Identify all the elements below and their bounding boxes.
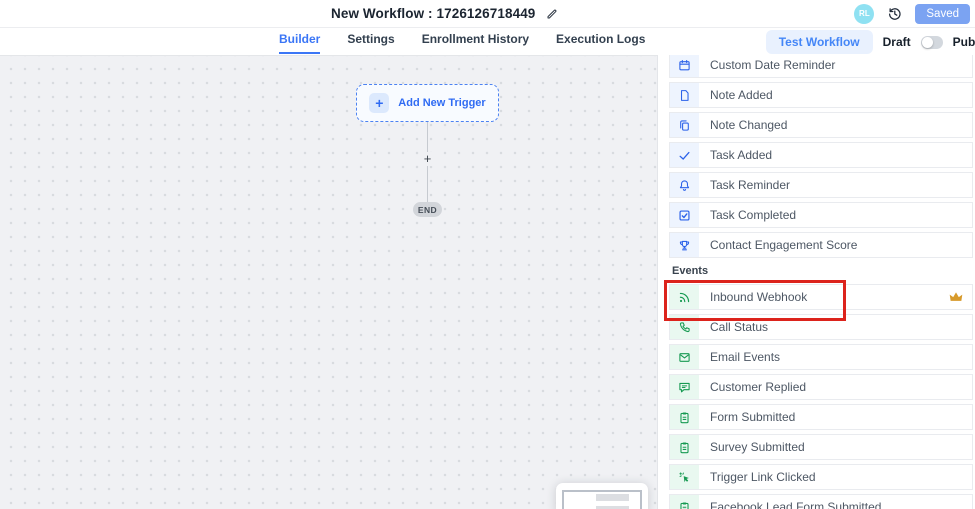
trigger-item[interactable]: Customer Replied	[669, 374, 973, 400]
trigger-item[interactable]: Trigger Link Clicked	[669, 464, 973, 490]
crown-icon	[949, 290, 963, 304]
tab-execution-logs[interactable]: Execution Logs	[556, 27, 645, 54]
trigger-item[interactable]: Note Added	[669, 82, 973, 108]
trigger-item-label: Facebook Lead Form Submitted	[710, 500, 881, 509]
trigger-item[interactable]: Task Added	[669, 142, 973, 168]
trigger-list: Custom Date Reminder Note Added Note Chang…	[669, 52, 973, 509]
tab-enrollment-history[interactable]: Enrollment History	[422, 27, 529, 54]
clipboard-icon	[670, 405, 699, 429]
trigger-item-label: Task Reminder	[710, 178, 790, 192]
trigger-item-label: Inbound Webhook	[710, 290, 807, 304]
trigger-item[interactable]: Custom Date Reminder	[669, 52, 973, 78]
toggle-knob	[922, 37, 933, 48]
webhook-icon	[670, 285, 699, 309]
tab-list: Builder Settings Enrollment History Executi…	[279, 27, 645, 55]
history-icon[interactable]	[887, 6, 902, 21]
preview-placeholder-bar	[596, 494, 629, 501]
cursor-click-icon	[670, 465, 699, 489]
top-header: New Workflow : 1726126718449 RL Saved	[0, 0, 975, 28]
trigger-item-label: Customer Replied	[710, 380, 806, 394]
trigger-item[interactable]: Inbound Webhook	[669, 284, 973, 310]
end-node: END	[413, 202, 442, 217]
bell-icon	[670, 173, 699, 197]
trigger-item-label: Task Completed	[710, 208, 796, 222]
phone-icon	[670, 315, 699, 339]
avatar[interactable]: RL	[854, 4, 874, 24]
add-new-trigger-button[interactable]: + Add New Trigger	[356, 84, 499, 122]
chat-icon	[670, 375, 699, 399]
publish-toggle[interactable]	[921, 36, 943, 49]
saved-button[interactable]: Saved	[915, 4, 970, 24]
trigger-item-label: Trigger Link Clicked	[710, 470, 816, 484]
trophy-icon	[670, 233, 699, 257]
trigger-item-label: Custom Date Reminder	[710, 58, 835, 72]
trigger-item[interactable]: Contact Engagement Score	[669, 232, 973, 258]
check-icon	[670, 143, 699, 167]
preview-window	[562, 490, 642, 509]
trigger-item[interactable]: Facebook Lead Form Submitted	[669, 494, 973, 509]
plus-icon: +	[369, 93, 389, 113]
trigger-item[interactable]: Task Reminder	[669, 172, 973, 198]
tab-builder[interactable]: Builder	[279, 27, 320, 54]
trigger-item-label: Note Changed	[710, 118, 787, 132]
trigger-item-label: Contact Engagement Score	[710, 238, 857, 252]
trigger-item[interactable]: Form Submitted	[669, 404, 973, 430]
clipboard-icon	[670, 435, 699, 459]
trigger-item-label: Note Added	[710, 88, 773, 102]
note-icon	[670, 83, 699, 107]
clipboard-icon	[670, 495, 699, 509]
note-copy-icon	[670, 113, 699, 137]
section-header: Events	[672, 262, 973, 283]
preview-card[interactable]	[556, 483, 648, 509]
edit-title-icon[interactable]	[546, 8, 558, 20]
test-workflow-button[interactable]: Test Workflow	[766, 30, 873, 54]
trigger-item-label: Call Status	[710, 320, 768, 334]
add-new-trigger-label: Add New Trigger	[398, 97, 485, 109]
trigger-item-label: Form Submitted	[710, 410, 795, 424]
trigger-item-label: Task Added	[710, 148, 772, 162]
check-square-icon	[670, 203, 699, 227]
workflow-title: New Workflow : 1726126718449	[331, 6, 535, 21]
mail-icon	[670, 345, 699, 369]
trigger-item[interactable]: Call Status	[669, 314, 973, 340]
tab-settings[interactable]: Settings	[347, 27, 394, 54]
trigger-item[interactable]: Survey Submitted	[669, 434, 973, 460]
trigger-item[interactable]: Note Changed	[669, 112, 973, 138]
trigger-item-label: Email Events	[710, 350, 780, 364]
add-step-plus-button[interactable]: +	[420, 152, 435, 166]
draft-label: Draft	[883, 35, 911, 49]
tab-bar: Builder Settings Enrollment History Executi…	[0, 27, 975, 55]
workflow-builder-app: New Workflow : 1726126718449 RL Saved Bu…	[0, 0, 975, 509]
trigger-item[interactable]: Email Events	[669, 344, 973, 370]
calendar-icon	[670, 53, 699, 77]
trigger-item-label: Survey Submitted	[710, 440, 805, 454]
trigger-sidebar: Custom Date Reminder Note Added Note Chang…	[657, 50, 975, 509]
publish-label: Publish	[953, 35, 975, 49]
workflow-canvas[interactable]: + Add New Trigger + END	[0, 55, 657, 509]
trigger-item[interactable]: Task Completed	[669, 202, 973, 228]
